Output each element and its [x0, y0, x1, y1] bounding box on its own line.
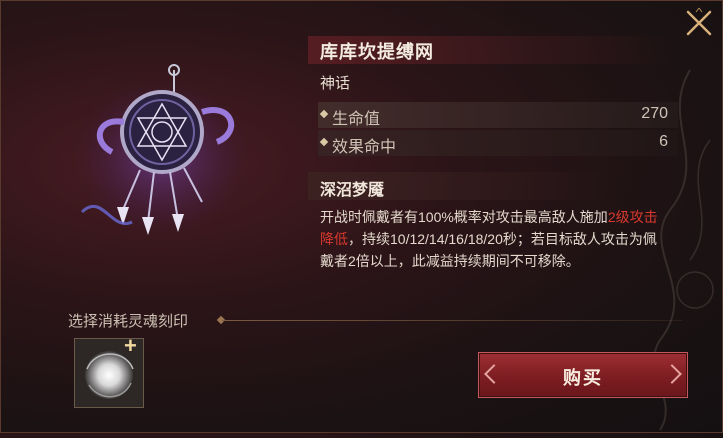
buy-button-label: 购买	[563, 368, 603, 388]
close-button[interactable]	[682, 6, 716, 40]
stat-name: 生命值	[332, 111, 381, 128]
dreamcatcher-icon	[72, 64, 252, 237]
bullet-diamond-icon	[319, 137, 329, 147]
stat-name: 效果命中	[332, 139, 397, 156]
buy-button[interactable]: 购买	[478, 352, 688, 398]
add-plus-icon[interactable]: +	[124, 335, 142, 357]
skill-desc-highlight-level: 2级	[607, 209, 630, 225]
stat-row-hp: 生命值 270	[318, 102, 678, 128]
stat-value: 270	[641, 105, 668, 122]
item-title: 库库坎提缚网	[320, 42, 434, 62]
section-divider	[222, 320, 682, 321]
skill-name: 深沼梦魇	[320, 182, 385, 199]
skill-desc-text: 开战时佩戴者有100%概率对攻击最高敌人施加	[320, 209, 608, 225]
item-rarity: 神话	[320, 75, 351, 92]
stat-value: 6	[659, 133, 668, 150]
stat-row-effect-hit: 效果命中 6	[318, 130, 678, 156]
bullet-diamond-icon	[319, 109, 329, 119]
item-artwork	[62, 62, 262, 242]
skill-description: 开战时佩戴者有100%概率对攻击最高敌人施加2级攻击降低，持续10/12/14/…	[320, 206, 670, 272]
close-icon	[686, 7, 712, 36]
skill-desc-text-rest: ，持续10/12/14/16/18/20秒；若目标敌人攻击为佩戴者2倍以上，此减…	[320, 231, 657, 269]
soul-section-label: 选择消耗灵魂刻印	[68, 313, 189, 330]
